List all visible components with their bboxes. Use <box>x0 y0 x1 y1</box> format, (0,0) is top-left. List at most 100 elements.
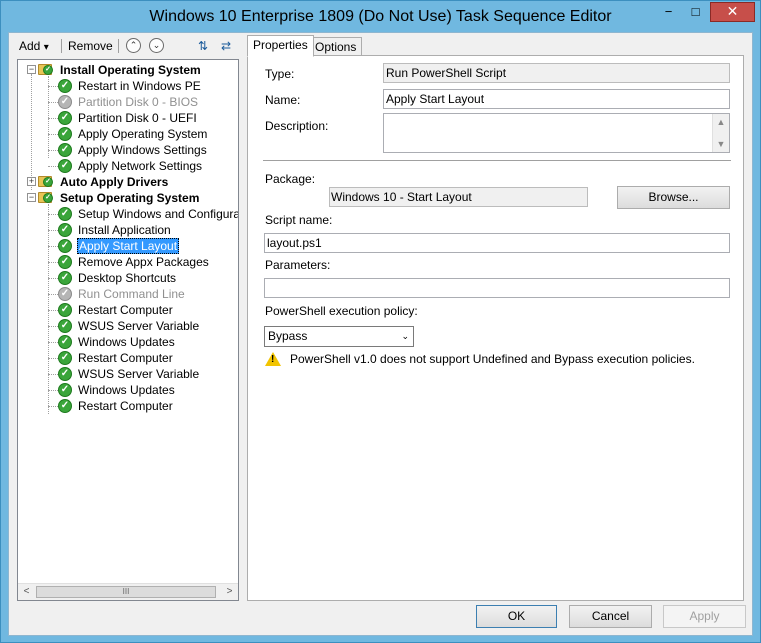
parameters-input[interactable] <box>264 278 730 298</box>
execution-policy-label: PowerShell execution policy: <box>265 304 418 318</box>
tree-item[interactable]: ✓ Apply Operating System <box>18 126 238 142</box>
move-up-icon[interactable]: ⌃ <box>126 38 141 53</box>
tree-item[interactable]: ✓ Desktop Shortcuts <box>18 270 238 286</box>
tree-group-setup-os[interactable]: − ✓ Setup Operating System <box>18 190 238 206</box>
close-button[interactable]: ✕ <box>710 2 755 22</box>
tree-item-label: Remove Appx Packages <box>78 255 209 269</box>
task-sequence-tree[interactable]: − ✓ Install Operating System ✓ Restart i… <box>17 59 239 601</box>
name-input[interactable]: Apply Start Layout <box>383 89 730 109</box>
tree-item[interactable]: ✓ Remove Appx Packages <box>18 254 238 270</box>
tree-item[interactable]: ✓ Windows Updates <box>18 382 238 398</box>
tree-item[interactable]: ✓ Run Command Line <box>18 286 238 302</box>
tree-connector <box>48 326 58 327</box>
tree-item[interactable]: ✓ Apply Network Settings <box>18 158 238 174</box>
cancel-button[interactable]: Cancel <box>569 605 652 628</box>
toolbar-separator <box>118 39 119 53</box>
script-name-label: Script name: <box>265 213 333 227</box>
tree-item-selected[interactable]: ✓ Apply Start Layout <box>18 238 238 254</box>
tree-group-auto-apply-drivers[interactable]: + ✓ Auto Apply Drivers <box>18 174 238 190</box>
expand-icon[interactable]: + <box>27 177 36 186</box>
scroll-up-icon[interactable]: ▲ <box>713 114 729 130</box>
chevron-down-icon: ⌄ <box>401 331 409 341</box>
tree-item-label: Windows Updates <box>78 335 175 349</box>
browse-button[interactable]: Browse... <box>617 186 730 209</box>
window-title: Windows 10 Enterprise 1809 (Do Not Use) … <box>149 8 612 25</box>
tree-item[interactable]: ✓ WSUS Server Variable <box>18 318 238 334</box>
tree-item-label: Desktop Shortcuts <box>78 271 177 285</box>
tab-properties[interactable]: Properties <box>247 35 314 57</box>
tree-item[interactable]: ✓ Partition Disk 0 - UEFI <box>18 110 238 126</box>
scroll-right-icon[interactable]: > <box>221 584 238 600</box>
tree-item[interactable]: ✓ Install Application <box>18 222 238 238</box>
type-field: Run PowerShell Script <box>383 63 730 83</box>
sort-icon[interactable]: ⇅ <box>195 38 211 54</box>
description-textarea[interactable]: ▲ ▼ <box>383 113 730 153</box>
tree-connector <box>48 214 58 215</box>
add-menu-button[interactable]: Add ▾ <box>19 39 49 53</box>
check-icon: ✓ <box>58 383 72 397</box>
tree-item[interactable]: ✓ Restart in Windows PE <box>18 78 238 94</box>
tree-item[interactable]: ✓ Setup Windows and Configuration <box>18 206 238 222</box>
scroll-left-icon[interactable]: < <box>18 584 35 600</box>
check-icon: ✓ <box>58 367 72 381</box>
tree-connector <box>48 406 58 407</box>
tab-options[interactable]: Options <box>309 37 363 56</box>
check-icon: ✓ <box>58 207 72 221</box>
indent-icon[interactable]: ⇄ <box>218 38 234 54</box>
tree-item[interactable]: ✓ WSUS Server Variable <box>18 366 238 382</box>
description-scrollbar[interactable]: ▲ ▼ <box>712 114 729 152</box>
collapse-icon[interactable]: − <box>27 193 36 202</box>
tree-connector <box>48 230 58 231</box>
apply-button[interactable]: Apply <box>663 605 746 628</box>
warning-icon-glyph: ! <box>271 354 275 365</box>
check-icon: ✓ <box>58 79 72 93</box>
remove-button[interactable]: Remove <box>68 39 113 53</box>
execution-policy-select[interactable]: Bypass ⌄ <box>264 326 414 347</box>
tree-item-label: Windows Updates <box>78 383 175 397</box>
tree-group-install-os[interactable]: − ✓ Install Operating System <box>18 62 238 78</box>
task-sequence-editor-window: Windows 10 Enterprise 1809 (Do Not Use) … <box>0 0 761 643</box>
add-label: Add <box>19 39 41 53</box>
collapse-icon[interactable]: − <box>27 65 36 74</box>
tree-connector <box>48 390 58 391</box>
tree-item-label: Auto Apply Drivers <box>60 175 169 189</box>
tree-item[interactable]: ✓ Restart Computer <box>18 350 238 366</box>
tree-item-label: Install Operating System <box>60 63 201 77</box>
ok-button[interactable]: OK <box>476 605 557 628</box>
tree-item-label: Restart Computer <box>78 303 173 317</box>
tree-item-label: Apply Windows Settings <box>78 143 207 157</box>
execution-policy-value: Bypass <box>268 329 308 343</box>
tree-item[interactable]: ✓ Windows Updates <box>18 334 238 350</box>
check-icon: ✓ <box>58 95 72 109</box>
tree-item[interactable]: ✓ Partition Disk 0 - BIOS <box>18 94 238 110</box>
tree-connector <box>48 278 58 279</box>
type-label: Type: <box>265 67 295 81</box>
tree-horizontal-scrollbar[interactable]: < III > <box>18 583 238 600</box>
check-icon: ✓ <box>58 303 72 317</box>
tree-item-label: Setup Operating System <box>60 191 200 205</box>
tree-item[interactable]: ✓ Restart Computer <box>18 398 238 414</box>
chevron-down-icon: ▾ <box>43 42 49 53</box>
tree-connector <box>48 134 58 135</box>
toolbar-separator <box>61 39 62 53</box>
check-icon: ✓ <box>58 335 72 349</box>
scroll-down-icon[interactable]: ▼ <box>713 136 729 152</box>
check-icon: ✓ <box>58 111 72 125</box>
maximize-button[interactable]: □ <box>683 2 708 22</box>
tree-connector <box>48 150 58 151</box>
script-name-input[interactable]: layout.ps1 <box>264 233 730 253</box>
tree-item[interactable]: ✓ Restart Computer <box>18 302 238 318</box>
check-icon: ✓ <box>58 351 72 365</box>
section-divider <box>263 160 731 161</box>
tree-item[interactable]: ✓ Apply Windows Settings <box>18 142 238 158</box>
minimize-button[interactable]: − <box>656 2 681 22</box>
package-field: Windows 10 - Start Layout <box>329 187 588 207</box>
package-label: Package: <box>265 172 316 186</box>
tree-item-label: Install Application <box>78 223 171 237</box>
scrollbar-thumb[interactable]: III <box>36 586 216 598</box>
tree-connector <box>48 262 58 263</box>
tree-item-label: Apply Operating System <box>78 127 208 141</box>
parameters-label: Parameters: <box>265 258 331 272</box>
move-down-icon[interactable]: ⌄ <box>149 38 164 53</box>
title-bar[interactable]: Windows 10 Enterprise 1809 (Do Not Use) … <box>1 1 760 32</box>
